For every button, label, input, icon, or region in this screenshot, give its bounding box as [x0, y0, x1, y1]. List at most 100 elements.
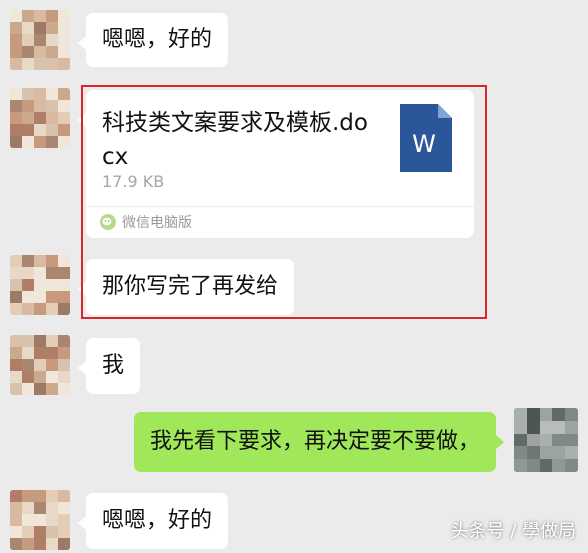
- message-text: 我: [102, 353, 125, 378]
- mosaic-cell: [10, 291, 22, 303]
- mosaic-cell: [34, 10, 46, 22]
- contact-avatar[interactable]: [10, 10, 70, 70]
- mosaic-cell: [58, 88, 70, 100]
- mosaic-cell: [10, 538, 22, 550]
- mosaic-cell: [58, 335, 70, 347]
- mosaic-cell: [34, 490, 46, 502]
- mosaic-cell: [526, 446, 540, 460]
- mosaic-cell: [10, 303, 22, 315]
- mosaic-cell: [46, 34, 58, 46]
- mosaic-cell: [10, 383, 22, 395]
- mosaic-cell: [565, 408, 578, 421]
- mosaic-cell: [46, 279, 58, 291]
- mosaic-cell: [46, 267, 58, 279]
- mosaic-cell: [22, 291, 34, 303]
- mosaic-cell: [46, 383, 58, 395]
- mosaic-cell: [10, 46, 22, 58]
- mosaic-cell: [10, 255, 22, 267]
- mosaic-cell: [34, 359, 46, 371]
- mosaic-cell: [34, 22, 46, 34]
- watermark: 头条号 / 學做局: [450, 521, 576, 542]
- mosaic-cell: [34, 100, 46, 112]
- mosaic-cell: [526, 408, 540, 421]
- message-bubble[interactable]: 我: [77, 338, 141, 394]
- mosaic-cell: [34, 291, 46, 303]
- message-bubble-outgoing[interactable]: 我先看下要求，再决定要不要做，: [134, 412, 505, 472]
- mosaic-cell: [58, 514, 70, 526]
- mosaic-cell: [22, 514, 34, 526]
- mosaic-cell: [46, 10, 58, 22]
- mosaic-cell: [10, 136, 22, 148]
- mosaic-cell: [22, 279, 34, 291]
- mosaic-cell: [58, 526, 70, 538]
- mosaic-cell: [514, 446, 527, 460]
- self-avatar[interactable]: [514, 408, 578, 472]
- mosaic-cell: [58, 100, 70, 112]
- avatar-mosaic: [514, 408, 578, 472]
- mosaic-cell: [34, 371, 46, 383]
- contact-avatar[interactable]: [10, 335, 70, 395]
- mosaic-cell: [10, 490, 22, 502]
- mosaic-cell: [526, 459, 540, 472]
- mosaic-cell: [10, 279, 22, 291]
- message-bubble[interactable]: 嗯嗯，好的: [77, 493, 229, 549]
- mosaic-cell: [34, 303, 46, 315]
- mosaic-cell: [58, 291, 70, 303]
- mosaic-cell: [22, 112, 34, 124]
- mosaic-cell: [22, 10, 34, 22]
- mosaic-cell: [552, 420, 566, 434]
- mosaic-cell: [34, 136, 46, 148]
- mosaic-cell: [22, 100, 34, 112]
- mosaic-cell: [22, 58, 34, 70]
- mosaic-cell: [565, 420, 578, 434]
- message-bubble[interactable]: 嗯嗯，好的: [77, 13, 229, 67]
- mosaic-cell: [22, 371, 34, 383]
- mosaic-cell: [10, 88, 22, 100]
- mosaic-cell: [58, 347, 70, 359]
- mosaic-cell: [46, 538, 58, 550]
- mosaic-cell: [552, 446, 566, 460]
- mosaic-cell: [58, 303, 70, 315]
- mosaic-cell: [10, 514, 22, 526]
- mosaic-cell: [34, 538, 46, 550]
- mosaic-cell: [46, 371, 58, 383]
- mosaic-cell: [22, 502, 34, 514]
- mosaic-cell: [34, 347, 46, 359]
- avatar-mosaic: [10, 335, 70, 395]
- mosaic-cell: [552, 459, 566, 472]
- contact-avatar[interactable]: [10, 88, 70, 148]
- mosaic-cell: [514, 433, 527, 447]
- mosaic-cell: [539, 420, 553, 434]
- mosaic-cell: [46, 22, 58, 34]
- avatar-mosaic: [10, 88, 70, 148]
- mosaic-cell: [552, 433, 566, 447]
- mosaic-cell: [34, 526, 46, 538]
- contact-avatar[interactable]: [10, 255, 70, 315]
- mosaic-cell: [10, 335, 22, 347]
- mosaic-cell: [46, 112, 58, 124]
- mosaic-cell: [10, 100, 22, 112]
- mosaic-cell: [565, 446, 578, 460]
- mosaic-cell: [22, 136, 34, 148]
- mosaic-cell: [22, 88, 34, 100]
- mosaic-cell: [539, 433, 553, 447]
- mosaic-cell: [34, 124, 46, 136]
- mosaic-cell: [22, 347, 34, 359]
- mosaic-cell: [46, 514, 58, 526]
- avatar-mosaic: [10, 10, 70, 70]
- mosaic-cell: [22, 124, 34, 136]
- mosaic-cell: [58, 502, 70, 514]
- avatar-mosaic: [10, 255, 70, 315]
- mosaic-cell: [34, 34, 46, 46]
- mosaic-cell: [34, 383, 46, 395]
- mosaic-cell: [22, 335, 34, 347]
- mosaic-cell: [514, 420, 527, 434]
- mosaic-cell: [58, 490, 70, 502]
- mosaic-cell: [526, 420, 540, 434]
- mosaic-cell: [46, 303, 58, 315]
- highlight-box: [81, 85, 487, 319]
- mosaic-cell: [22, 538, 34, 550]
- mosaic-cell: [565, 459, 578, 472]
- mosaic-cell: [22, 46, 34, 58]
- contact-avatar[interactable]: [10, 490, 70, 550]
